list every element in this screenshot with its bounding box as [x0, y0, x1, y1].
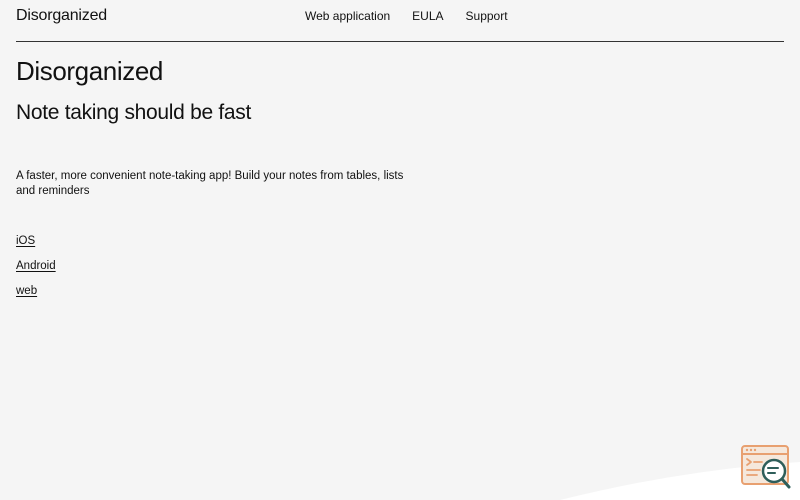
nav-web-application[interactable]: Web application: [305, 9, 390, 23]
top-nav: Web application EULA Support: [305, 9, 508, 23]
header: Disorganized Web application EULA Suppor…: [16, 0, 784, 42]
platform-links: iOS Android web: [16, 233, 416, 299]
brand-logo-text[interactable]: Disorganized: [16, 7, 107, 25]
main-content: Disorganized Note taking should be fast …: [16, 54, 416, 299]
link-ios[interactable]: iOS: [16, 233, 35, 249]
app-description: A faster, more convenient note-taking ap…: [16, 170, 404, 197]
nav-support[interactable]: Support: [466, 9, 508, 23]
search-window-icon[interactable]: [740, 444, 792, 492]
link-android[interactable]: Android: [16, 258, 56, 274]
page: Disorganized Web application EULA Suppor…: [0, 0, 800, 500]
nav-eula[interactable]: EULA: [412, 9, 443, 23]
page-subtitle: Note taking should be fast: [16, 101, 252, 124]
page-title: Disorganized: [16, 56, 163, 86]
link-web[interactable]: web: [16, 283, 37, 299]
